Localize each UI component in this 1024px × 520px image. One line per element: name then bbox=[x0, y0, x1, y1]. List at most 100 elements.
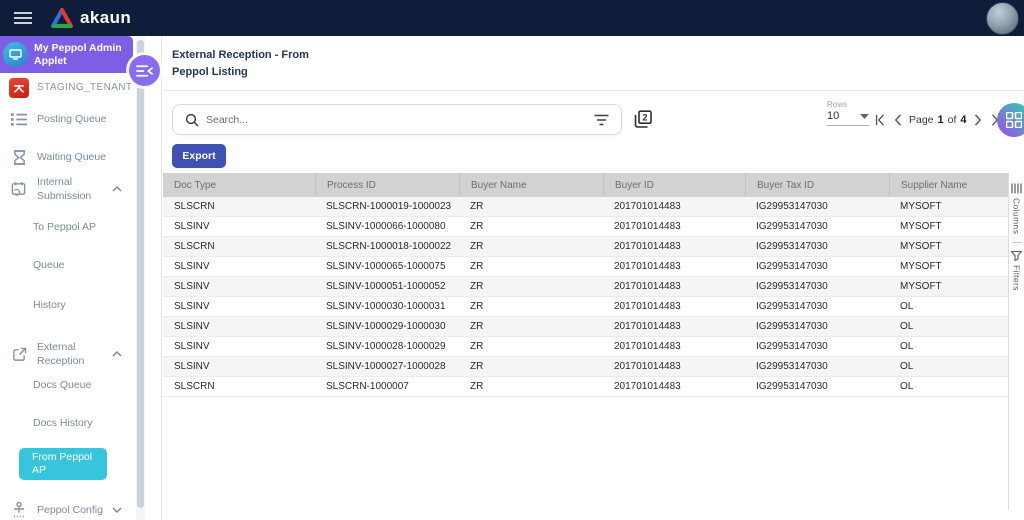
table-row[interactable]: SLSINV SLSINV-1000029-1000030 ZR 2017010… bbox=[163, 317, 1008, 337]
sidebar-collapse-button[interactable] bbox=[129, 55, 160, 86]
chevron-down-icon[interactable] bbox=[112, 504, 122, 516]
sidebar-item-label: History bbox=[33, 298, 66, 311]
cell-buyer-tax-id: IG29953147030 bbox=[756, 201, 828, 212]
cell-supplier-name: MYSOFT bbox=[900, 261, 942, 272]
previous-page-button[interactable] bbox=[893, 114, 902, 126]
sidebar-item-from-peppol-ap-selected[interactable]: From Peppol AP bbox=[19, 448, 107, 480]
table-tools-strip: Columns Filters bbox=[1008, 173, 1024, 510]
filter-2-pages-icon[interactable]: 2 bbox=[631, 108, 653, 130]
svg-text:2: 2 bbox=[642, 112, 647, 122]
column-header-supplier-name[interactable]: Supplier Name bbox=[889, 173, 1008, 197]
hourglass-icon bbox=[9, 149, 29, 165]
cell-doc-type: SLSCRN bbox=[174, 241, 215, 252]
first-page-button[interactable] bbox=[874, 114, 886, 126]
list-icon bbox=[9, 112, 29, 126]
sidebar-item-label: From Peppol AP bbox=[32, 450, 93, 476]
cell-doc-type: SLSINV bbox=[174, 321, 210, 332]
sidebar-item-label: Posting Queue bbox=[37, 112, 107, 125]
sidebar: My Peppol Admin Applet STAGING_TENANT Po… bbox=[0, 36, 162, 520]
column-header-buyer-id[interactable]: Buyer ID bbox=[603, 173, 745, 197]
cell-buyer-name: ZR bbox=[470, 321, 484, 332]
filter-list-icon[interactable] bbox=[594, 114, 609, 126]
cell-buyer-name: ZR bbox=[470, 261, 484, 272]
table-row[interactable]: SLSCRN SLSCRN-1000018-1000022 ZR 2017010… bbox=[163, 237, 1008, 257]
apps-grid-button[interactable] bbox=[997, 103, 1024, 137]
cell-process-id: SLSINV-1000066-1000080 bbox=[326, 221, 446, 232]
cell-buyer-name: ZR bbox=[470, 361, 484, 372]
cell-buyer-name: ZR bbox=[470, 301, 484, 312]
sidebar-item-my-peppol-admin-applet[interactable]: My Peppol Admin Applet bbox=[0, 36, 133, 73]
cell-process-id: SLSINV-1000065-1000075 bbox=[326, 261, 446, 272]
cell-supplier-name: MYSOFT bbox=[900, 281, 942, 292]
cell-buyer-tax-id: IG29953147030 bbox=[756, 261, 828, 272]
columns-tool[interactable]: Columns bbox=[1011, 183, 1022, 234]
tenant-icon bbox=[9, 78, 29, 98]
table-row[interactable]: SLSINV SLSINV-1000027-1000028 ZR 2017010… bbox=[163, 357, 1008, 377]
cell-buyer-name: ZR bbox=[470, 201, 484, 212]
table-row[interactable]: SLSINV SLSINV-1000066-1000080 ZR 2017010… bbox=[163, 217, 1008, 237]
cell-buyer-name: ZR bbox=[470, 281, 484, 292]
table-row[interactable]: SLSINV SLSINV-1000051-1000052 ZR 2017010… bbox=[163, 277, 1008, 297]
page-word: Page bbox=[909, 114, 934, 126]
filters-tool[interactable]: Filters bbox=[1011, 251, 1022, 291]
column-header-buyer-name[interactable]: Buyer Name bbox=[459, 173, 603, 197]
cell-process-id: SLSCRN-1000019-1000023 bbox=[326, 201, 452, 212]
search-box bbox=[172, 104, 622, 135]
filters-label: Filters bbox=[1011, 265, 1022, 292]
cell-buyer-id: 201701014483 bbox=[614, 201, 681, 212]
cell-buyer-name: ZR bbox=[470, 241, 484, 252]
user-avatar[interactable] bbox=[986, 2, 1019, 35]
cell-buyer-tax-id: IG29953147030 bbox=[756, 301, 828, 312]
sidebar-item-label: Waiting Queue bbox=[37, 150, 107, 163]
cell-buyer-name: ZR bbox=[470, 221, 484, 232]
divider bbox=[163, 90, 1024, 91]
sidebar-item-label: Docs Queue bbox=[33, 378, 92, 391]
search-icon bbox=[185, 113, 199, 127]
cell-doc-type: SLSINV bbox=[174, 361, 210, 372]
table-row[interactable]: SLSINV SLSINV-1000065-1000075 ZR 2017010… bbox=[163, 257, 1008, 277]
cell-buyer-id: 201701014483 bbox=[614, 361, 681, 372]
column-header-doc-type[interactable]: Doc Type bbox=[163, 173, 315, 197]
cell-supplier-name: OL bbox=[900, 381, 914, 392]
page-current: 1 bbox=[937, 114, 944, 126]
cell-buyer-tax-id: IG29953147030 bbox=[756, 381, 828, 392]
sidebar-scrollbar-thumb[interactable] bbox=[137, 40, 144, 508]
akaun-triangle-logo-icon bbox=[51, 8, 73, 28]
table-row[interactable]: SLSINV SLSINV-1000028-1000029 ZR 2017010… bbox=[163, 337, 1008, 357]
cell-buyer-tax-id: IG29953147030 bbox=[756, 241, 828, 252]
next-page-button[interactable] bbox=[974, 114, 983, 126]
cell-buyer-tax-id: IG29953147030 bbox=[756, 341, 828, 352]
funnel-icon bbox=[1011, 251, 1022, 262]
sidebar-item-label: Queue bbox=[33, 258, 65, 271]
documents-table: Doc Type Process ID Buyer Name Buyer ID … bbox=[163, 173, 1008, 397]
cell-doc-type: SLSINV bbox=[174, 261, 210, 272]
rows-per-page-value: 10 bbox=[827, 110, 840, 122]
export-button[interactable]: Export bbox=[172, 144, 226, 168]
external-link-icon bbox=[9, 347, 29, 362]
table-row[interactable]: SLSCRN SLSCRN-1000007 ZR 201701014483 IG… bbox=[163, 377, 1008, 397]
cell-buyer-tax-id: IG29953147030 bbox=[756, 321, 828, 332]
column-header-buyer-tax-id[interactable]: Buyer Tax ID bbox=[745, 173, 889, 197]
sidebar-item-label: Peppol Config bbox=[37, 503, 103, 516]
cell-process-id: SLSINV-1000051-1000052 bbox=[326, 281, 446, 292]
chevron-up-icon[interactable] bbox=[112, 348, 122, 360]
cell-supplier-name: MYSOFT bbox=[900, 201, 942, 212]
search-input[interactable] bbox=[206, 113, 594, 126]
table-row[interactable]: SLSCRN SLSCRN-1000019-1000023 ZR 2017010… bbox=[163, 197, 1008, 217]
tenant-name: STAGING_TENANT bbox=[37, 82, 133, 94]
cell-buyer-id: 201701014483 bbox=[614, 341, 681, 352]
cell-supplier-name: OL bbox=[900, 301, 914, 312]
cell-supplier-name: OL bbox=[900, 341, 914, 352]
brand-logo[interactable]: akaun bbox=[50, 8, 131, 28]
page-title: External Reception - From Peppol Listing bbox=[172, 49, 309, 78]
table-row[interactable]: SLSINV SLSINV-1000030-1000031 ZR 2017010… bbox=[163, 297, 1008, 317]
cell-buyer-id: 201701014483 bbox=[614, 381, 681, 392]
cell-buyer-id: 201701014483 bbox=[614, 281, 681, 292]
page-of-word: of bbox=[947, 114, 957, 126]
chevron-up-icon[interactable] bbox=[112, 183, 122, 195]
cell-process-id: SLSCRN-1000007 bbox=[326, 381, 409, 392]
cell-doc-type: SLSINV bbox=[174, 301, 210, 312]
rows-per-page-select[interactable]: 10 bbox=[827, 110, 869, 126]
hamburger-menu-icon[interactable] bbox=[10, 5, 36, 31]
column-header-process-id[interactable]: Process ID bbox=[315, 173, 459, 197]
